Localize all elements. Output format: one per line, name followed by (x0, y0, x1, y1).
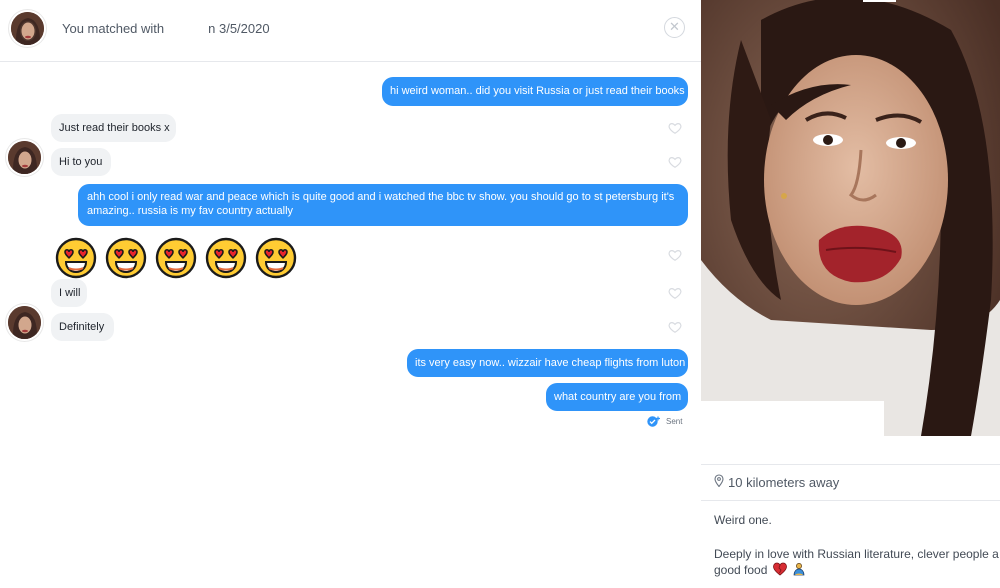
match-avatar[interactable] (11, 12, 44, 45)
like-heart-icon[interactable] (668, 248, 682, 262)
bio-text: Weird one. (714, 513, 772, 527)
matched-date: n 3/5/2020 (208, 21, 270, 36)
match-avatar[interactable] (8, 306, 41, 339)
close-icon[interactable]: ✕ (664, 17, 685, 38)
sent-label: Sent (666, 417, 683, 426)
heart-emoji-icon (772, 562, 787, 576)
heart-eyes-emoji (55, 237, 97, 279)
sent-check-icon (647, 416, 660, 427)
message-outgoing: ahh cool i only read war and peace which… (78, 184, 688, 226)
heart-eyes-emoji (155, 237, 197, 279)
bio-line: Deeply in love with Russian literature, … (714, 547, 999, 561)
like-heart-icon[interactable] (668, 155, 682, 169)
like-heart-icon[interactable] (668, 286, 682, 300)
heart-eyes-emoji (255, 237, 297, 279)
bio-text: Deeply in love with Russian literature, … (714, 546, 999, 578)
sent-status: Sent (647, 416, 682, 427)
message-outgoing: what country are you from (546, 383, 688, 411)
location-pin-icon (714, 474, 724, 487)
message-incoming: Just read their books x (51, 114, 176, 142)
match-avatar[interactable] (8, 141, 41, 174)
like-heart-icon[interactable] (668, 320, 682, 334)
bio-line-food: good food (714, 562, 999, 578)
profile-photo[interactable] (701, 0, 1000, 436)
message-incoming: Definitely (51, 313, 114, 341)
distance-text: 10 kilometers away (728, 475, 840, 490)
person-emoji-icon (793, 563, 805, 576)
message-incoming: Hi to you (51, 148, 111, 176)
matched-prefix: You matched with (62, 21, 165, 36)
message-outgoing: hi weird woman.. did you visit Russia or… (382, 77, 688, 106)
match-info: You matched with n 3/5/2020 (62, 21, 270, 36)
chat-panel: You matched with n 3/5/2020 ✕ hi weird wo… (0, 0, 701, 588)
heart-eyes-emoji (205, 237, 247, 279)
message-incoming: I will (51, 279, 87, 307)
message-outgoing: its very easy now.. wizzair have cheap f… (407, 349, 688, 377)
bio-line: good food (714, 563, 768, 577)
heart-eyes-emoji (105, 237, 147, 279)
distance-row: 10 kilometers away (701, 464, 1000, 501)
emoji-message (55, 237, 297, 279)
like-heart-icon[interactable] (668, 121, 682, 135)
chat-header: You matched with n 3/5/2020 ✕ (0, 0, 701, 62)
